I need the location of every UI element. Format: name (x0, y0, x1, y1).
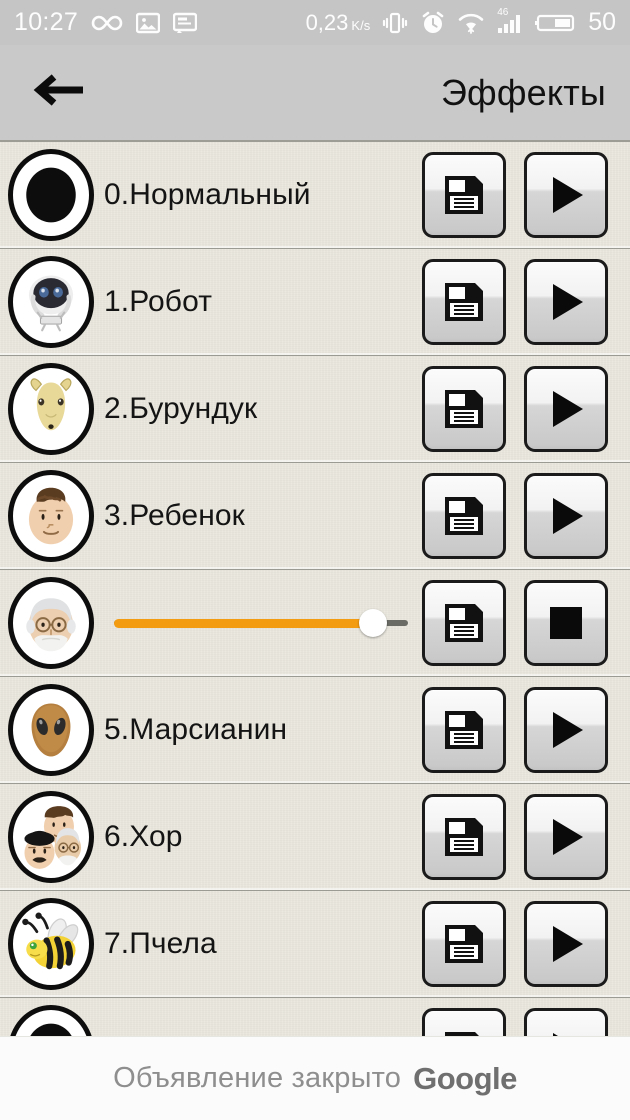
effect-row[interactable]: 3.Ребенок (0, 463, 630, 570)
effect-row[interactable] (0, 570, 630, 677)
chipmunk-avatar[interactable] (8, 363, 94, 455)
play-icon (543, 172, 589, 218)
save-button[interactable] (422, 1008, 506, 1036)
effect-name-label: 1.Робот (104, 285, 213, 318)
play-button[interactable] (524, 687, 608, 773)
status-bar-right: 0,23 K/s 46 50 (306, 6, 616, 37)
row-actions (422, 473, 608, 559)
effect-name-label: 3.Ребенок (104, 499, 245, 532)
floppy-disk-icon (441, 172, 487, 218)
row-actions (422, 366, 608, 452)
effect-row[interactable]: 0.Нормальный (0, 142, 630, 249)
action-bar: Эффекты (0, 45, 630, 142)
wifi-icon (457, 11, 485, 35)
play-icon (543, 814, 589, 860)
battery-percent-label: 50 (588, 8, 616, 36)
network-type-badge: 46 (497, 6, 509, 18)
image-icon (136, 11, 161, 35)
playback-progress-slider[interactable] (114, 603, 408, 643)
play-icon (543, 493, 589, 539)
save-button[interactable] (422, 473, 506, 559)
chorus-avatar[interactable] (8, 791, 94, 883)
robot-avatar[interactable] (8, 256, 94, 348)
slider-thumb[interactable] (358, 609, 387, 637)
screenshot-icon (173, 12, 198, 34)
row-actions (422, 152, 608, 238)
effect-row[interactable]: 5.Марсианин (0, 677, 630, 784)
play-button[interactable] (524, 473, 608, 559)
black-circle-avatar[interactable] (8, 1005, 94, 1036)
slider-fill (114, 618, 373, 628)
play-button[interactable] (524, 366, 608, 452)
play-icon (543, 279, 589, 325)
save-button[interactable] (422, 687, 506, 773)
effect-name-label: 5.Марсианин (104, 713, 288, 746)
effect-name-label: 2.Бурундук (104, 392, 258, 425)
old-man-avatar[interactable] (8, 577, 94, 669)
vibrate-icon (381, 11, 409, 35)
stop-icon (543, 600, 589, 646)
play-icon (543, 921, 589, 967)
row-actions (422, 687, 608, 773)
effect-row[interactable]: 6.Хор (0, 784, 630, 891)
floppy-disk-icon (441, 921, 487, 967)
row-actions (422, 580, 608, 666)
back-arrow-icon (31, 70, 87, 115)
floppy-disk-icon (441, 279, 487, 325)
status-bar: 10:27 0,23 K/s 46 50 (0, 0, 630, 45)
floppy-disk-icon (441, 600, 487, 646)
alien-avatar[interactable] (8, 684, 94, 776)
status-bar-left: 10:27 (14, 8, 198, 37)
save-button[interactable] (422, 366, 506, 452)
floppy-disk-icon (441, 386, 487, 432)
save-button[interactable] (422, 259, 506, 345)
floppy-disk-icon (441, 493, 487, 539)
play-icon (543, 386, 589, 432)
play-button[interactable] (524, 901, 608, 987)
play-button[interactable] (524, 152, 608, 238)
google-logo: Google (413, 1060, 517, 1096)
ad-banner[interactable]: Объявление закрыто Google (0, 1036, 630, 1120)
effect-row[interactable]: 2.Бурундук (0, 356, 630, 463)
row-actions (422, 794, 608, 880)
stop-button[interactable] (524, 580, 608, 666)
effect-row[interactable]: 1.Робот (0, 249, 630, 356)
infinity-icon (91, 13, 123, 33)
save-button[interactable] (422, 152, 506, 238)
effects-list[interactable]: 0.Нормальный 1.Робот 2.Бурундук 3.Ребенок 5.… (0, 142, 630, 1036)
alarm-icon (420, 10, 446, 36)
save-button[interactable] (422, 580, 506, 666)
row-actions (422, 259, 608, 345)
floppy-disk-icon (441, 707, 487, 753)
ad-closed-label: Объявление закрыто (113, 1062, 402, 1094)
play-button[interactable] (524, 259, 608, 345)
play-button[interactable] (524, 794, 608, 880)
black-circle-avatar[interactable] (8, 149, 94, 241)
save-button[interactable] (422, 794, 506, 880)
effect-name-label: 6.Хор (104, 820, 183, 853)
play-icon (543, 707, 589, 753)
bee-avatar[interactable] (8, 898, 94, 990)
row-actions (422, 1008, 608, 1036)
play-icon (543, 1028, 589, 1036)
row-actions (422, 901, 608, 987)
play-button[interactable] (524, 1008, 608, 1036)
floppy-disk-icon (441, 1028, 487, 1036)
save-button[interactable] (422, 901, 506, 987)
signal-icon: 46 (496, 6, 524, 35)
battery-icon (535, 11, 577, 35)
effect-row[interactable]: 7.Пчела (0, 891, 630, 998)
data-rate-value: 0,23 (305, 9, 349, 35)
back-button[interactable] (28, 62, 90, 124)
floppy-disk-icon (441, 814, 487, 860)
baby-avatar[interactable] (8, 470, 94, 562)
page-title: Эффекты (440, 71, 606, 113)
effect-row[interactable] (0, 998, 630, 1036)
effect-name-label: 0.Нормальный (104, 178, 311, 211)
status-clock: 10:27 (14, 8, 79, 36)
data-rate-indicator: 0,23 K/s (306, 10, 371, 36)
effect-name-label: 7.Пчела (104, 927, 217, 960)
data-rate-unit: K/s (351, 17, 371, 33)
